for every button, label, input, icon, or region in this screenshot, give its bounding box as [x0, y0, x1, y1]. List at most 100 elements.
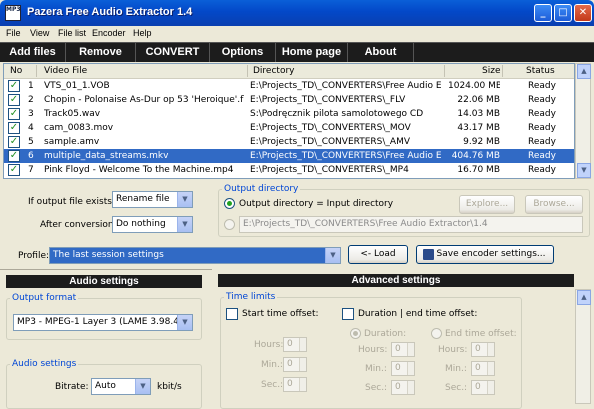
row-dir: E:\Projects_TD\_CONVERTERS\Free Audio E.… — [250, 81, 442, 91]
start-hours-spin[interactable]: 0 — [283, 337, 307, 352]
row-no: 5 — [28, 137, 34, 147]
advanced-settings-panel: Advanced settings Time limits Start time… — [214, 269, 576, 409]
file-list-scrollbar[interactable]: ▲ ▼ — [575, 63, 591, 179]
row-file: Chopin - Polonaise As-Dur op 53 'Heroiqu… — [44, 95, 244, 105]
toolbar: Add files Remove CONVERT Options Home pa… — [0, 42, 594, 62]
table-row[interactable]: ✓ 2 Chopin - Polonaise As-Dur op 53 'Heroi… — [4, 93, 574, 107]
menu-view[interactable]: View — [30, 28, 49, 38]
save-encoder-settings-button[interactable]: Save encoder settings... — [416, 245, 554, 264]
row-file: cam_0083.mov — [44, 123, 114, 133]
row-checkbox[interactable]: ✓ — [8, 122, 20, 134]
convert-button[interactable]: CONVERT — [136, 43, 210, 62]
start-offset-label: Start time offset: — [242, 309, 319, 319]
output-path-field[interactable]: E:\Projects_TD\_CONVERTERS\Free Audio Ex… — [239, 216, 583, 233]
minimize-button[interactable]: _ — [534, 4, 552, 22]
chevron-down-icon: ▼ — [135, 379, 150, 394]
row-checkbox[interactable]: ✓ — [8, 80, 20, 92]
row-status: Ready — [528, 109, 556, 119]
row-size: 14.03 MB — [457, 109, 500, 119]
duration-label: Duration: — [364, 329, 407, 339]
start-min-spin[interactable]: 0 — [283, 357, 307, 372]
if-exists-select[interactable]: Rename file ▼ — [112, 191, 193, 208]
time-limits-group: Time limits Start time offset: Duration … — [220, 292, 522, 409]
profile-select[interactable]: The last session settings ▼ — [49, 247, 341, 264]
table-row[interactable]: ✓ 7 Pink Floyd - Welcome To the Machine.mp… — [4, 163, 574, 177]
row-file: multiple_data_streams.mkv — [44, 151, 169, 161]
scroll-up-arrow[interactable]: ▲ — [577, 64, 591, 79]
chevron-down-icon: ▼ — [177, 315, 192, 330]
row-dir: E:\Projects_TD\_CONVERTERS\_AMV — [250, 137, 410, 147]
column-status[interactable]: Status — [526, 66, 555, 76]
row-dir: E:\Projects_TD\_CONVERTERS\_MOV — [250, 123, 411, 133]
duration-end-checkbox[interactable] — [342, 308, 354, 320]
after-conversion-label: After conversion: — [40, 220, 117, 230]
table-row[interactable]: ✓ 3 Track05.wav S:\Podręcznik pilota samolo… — [4, 107, 574, 121]
radio-same-as-input-label[interactable]: Output directory = Input directory — [239, 199, 393, 209]
about-button[interactable]: About — [348, 43, 414, 62]
row-size: 1024.00 MB — [448, 81, 500, 91]
load-profile-button[interactable]: <- Load — [348, 245, 408, 264]
row-file: VTS_01_1.VOB — [44, 81, 110, 91]
row-checkbox[interactable]: ✓ — [8, 136, 20, 148]
row-dir: E:\Projects_TD\_CONVERTERS\_FLV — [250, 95, 406, 105]
radio-same-as-input[interactable] — [224, 198, 235, 209]
row-size: 16.70 MB — [457, 165, 500, 175]
table-row[interactable]: ✓ 6 multiple_data_streams.mkv E:\Projects_T… — [4, 149, 574, 163]
table-row[interactable]: ✓ 5 sample.amv E:\Projects_TD\_CONVERTERS\_… — [4, 135, 574, 149]
end-min-spin[interactable]: 0 — [471, 361, 495, 376]
maximize-button[interactable]: □ — [554, 4, 572, 22]
end-sec-spin[interactable]: 0 — [471, 380, 495, 395]
settings-scrollbar[interactable]: ▲ — [575, 289, 591, 404]
after-conversion-select[interactable]: Do nothing ▼ — [112, 216, 193, 233]
end-sec-label: Sec.: — [445, 383, 468, 393]
radio-custom-dir[interactable] — [224, 219, 235, 230]
menu-encoder[interactable]: Encoder — [92, 28, 126, 38]
add-files-button[interactable]: Add files — [0, 43, 66, 62]
home-page-button[interactable]: Home page — [276, 43, 348, 62]
file-list[interactable]: No Video File Directory Size Status ✓ 1 VT… — [3, 63, 575, 179]
dur-min-spin[interactable]: 0 — [391, 361, 415, 376]
row-status: Ready — [528, 151, 556, 161]
start-sec-label: Sec.: — [261, 380, 284, 390]
bitrate-select[interactable]: Auto ▼ — [91, 378, 151, 395]
file-list-header: No Video File Directory Size Status — [4, 64, 574, 79]
output-format-select[interactable]: MP3 - MPEG-1 Layer 3 (LAME 3.98.4) ▼ — [13, 314, 193, 331]
column-video-file[interactable]: Video File — [44, 66, 87, 76]
column-size[interactable]: Size — [482, 66, 500, 76]
radio-end-time[interactable] — [431, 328, 442, 339]
end-hours-label: Hours: — [438, 345, 468, 355]
row-status: Ready — [528, 165, 556, 175]
row-checkbox[interactable]: ✓ — [8, 164, 20, 176]
start-sec-spin[interactable]: 0 — [283, 377, 307, 392]
end-hours-spin[interactable]: 0 — [471, 342, 495, 357]
menu-file[interactable]: File — [6, 28, 21, 38]
dur-sec-spin[interactable]: 0 — [391, 380, 415, 395]
radio-duration[interactable] — [350, 328, 361, 339]
column-no[interactable]: No — [10, 66, 22, 76]
scroll-down-arrow[interactable]: ▼ — [577, 163, 591, 178]
dur-hours-spin[interactable]: 0 — [391, 342, 415, 357]
row-dir: E:\Projects_TD\_CONVERTERS\Free Audio E.… — [250, 151, 442, 161]
row-checkbox[interactable]: ✓ — [8, 150, 20, 162]
close-button[interactable]: ✕ — [574, 4, 592, 22]
browse-button[interactable]: Browse... — [525, 195, 583, 214]
output-format-title: Output format — [10, 293, 79, 303]
output-directory-group: Output directory Output directory = Inpu… — [218, 184, 590, 237]
start-offset-checkbox[interactable] — [226, 308, 238, 320]
end-time-label: End time offset: — [445, 329, 517, 339]
column-directory[interactable]: Directory — [253, 66, 294, 76]
row-file: Track05.wav — [44, 109, 101, 119]
row-checkbox[interactable]: ✓ — [8, 94, 20, 106]
menu-file-list[interactable]: File list — [58, 28, 86, 38]
row-checkbox[interactable]: ✓ — [8, 108, 20, 120]
scroll-up-arrow[interactable]: ▲ — [577, 290, 591, 305]
explore-button[interactable]: Explore... — [459, 195, 515, 214]
title-bar: MP3 Pazera Free Audio Extractor 1.4 _ □ … — [0, 0, 594, 26]
table-row[interactable]: ✓ 1 VTS_01_1.VOB E:\Projects_TD\_CONVERTERS… — [4, 79, 574, 93]
options-button[interactable]: Options — [210, 43, 276, 62]
menu-help[interactable]: Help — [133, 28, 152, 38]
audio-settings-group: Audio settings Bitrate: Auto ▼ kbit/s — [6, 359, 202, 409]
table-row[interactable]: ✓ 4 cam_0083.mov E:\Projects_TD\_CONVERTERS… — [4, 121, 574, 135]
remove-button[interactable]: Remove — [66, 43, 136, 62]
row-no: 1 — [28, 81, 34, 91]
